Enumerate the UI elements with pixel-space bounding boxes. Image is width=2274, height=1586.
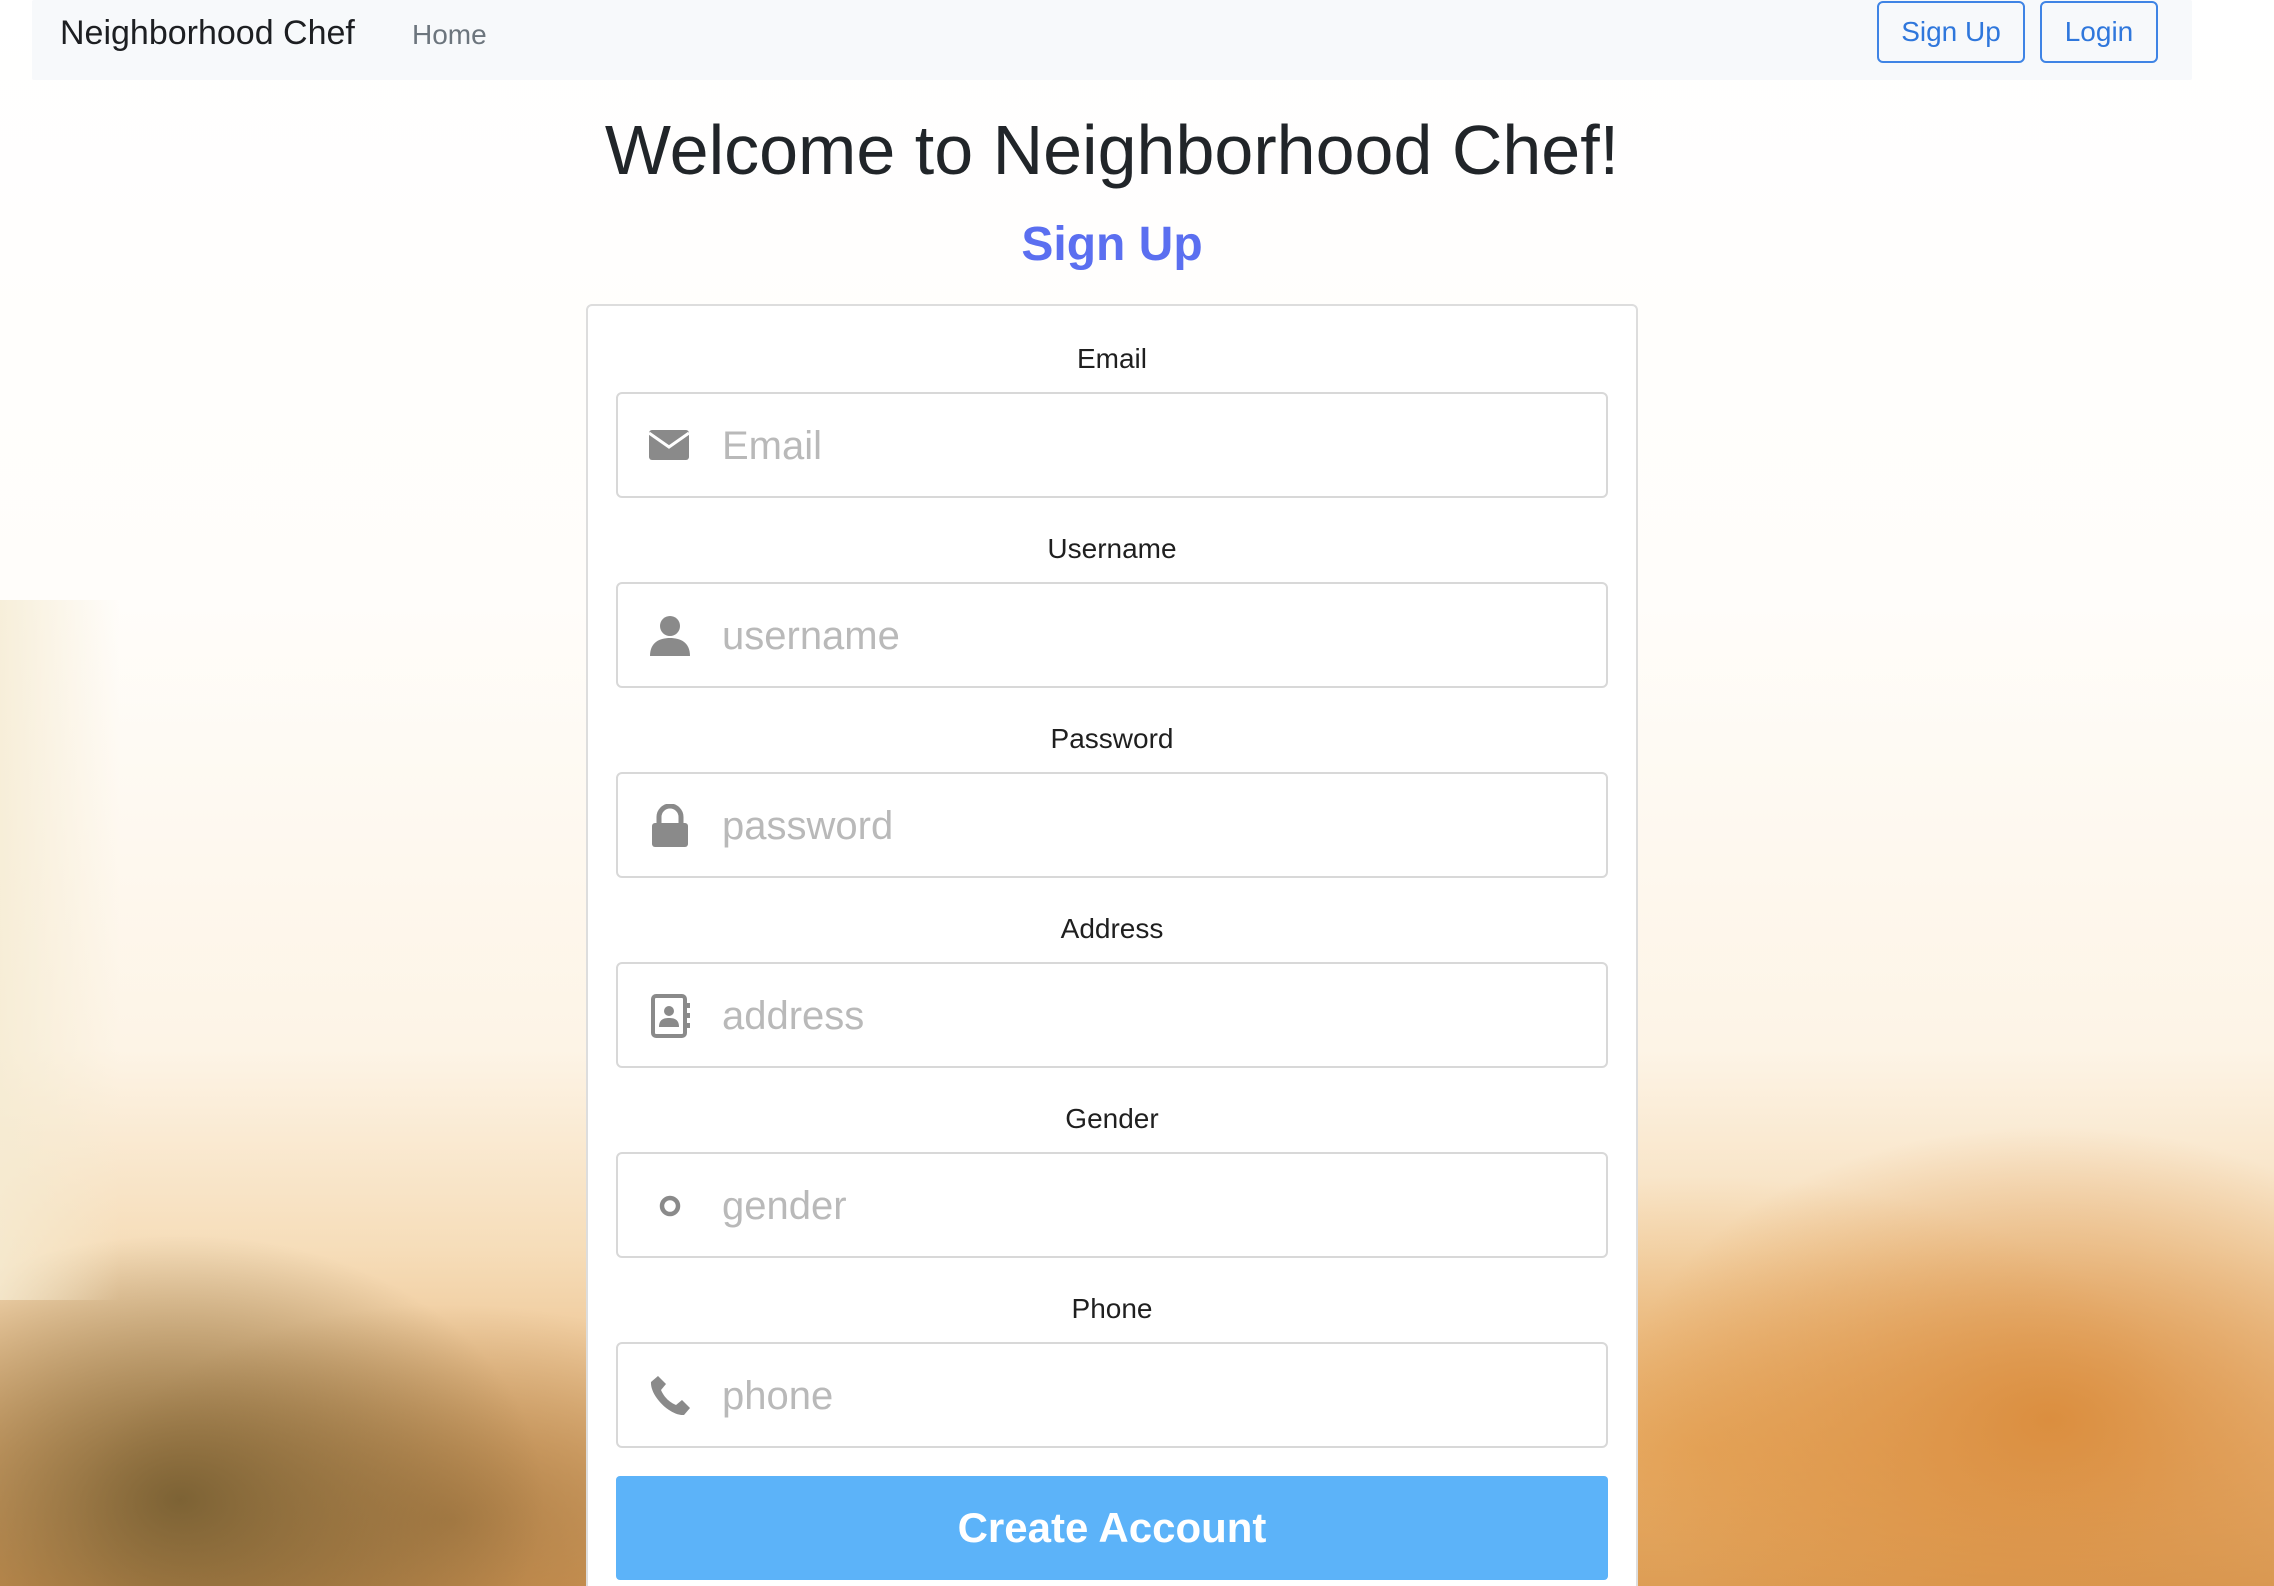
username-field[interactable] bbox=[616, 582, 1608, 688]
nav-login-button[interactable]: Login bbox=[2040, 1, 2158, 63]
address-label: Address bbox=[1060, 913, 1164, 944]
nav-signup-button[interactable]: Sign Up bbox=[1877, 1, 2025, 63]
signup-form: Email Username Password Address bbox=[586, 304, 1638, 1586]
nav-home-link[interactable]: Home bbox=[412, 18, 487, 52]
address-input[interactable] bbox=[722, 974, 1582, 1058]
lock-icon bbox=[652, 804, 688, 847]
page-title: Welcome to Neighborhood Chef! bbox=[604, 111, 1620, 189]
phone-label: Phone bbox=[1071, 1293, 1153, 1324]
email-label: Email bbox=[1076, 343, 1147, 374]
create-account-button[interactable]: Create Account bbox=[616, 1476, 1608, 1580]
username-input[interactable] bbox=[722, 594, 1582, 678]
address-field[interactable] bbox=[616, 962, 1608, 1068]
password-field[interactable] bbox=[616, 772, 1608, 878]
gender-label: Gender bbox=[1065, 1103, 1159, 1134]
envelope-icon bbox=[648, 430, 690, 460]
password-input[interactable] bbox=[722, 784, 1582, 868]
phone-icon bbox=[650, 1376, 690, 1416]
address-book-icon bbox=[651, 994, 690, 1038]
background-overlay bbox=[0, 600, 120, 1300]
brand-logo-text[interactable]: Neighborhood Chef bbox=[60, 13, 355, 53]
gender-input[interactable] bbox=[722, 1164, 1582, 1248]
form-title: Sign Up bbox=[1021, 218, 1203, 271]
email-input[interactable] bbox=[722, 404, 1582, 488]
top-navbar: Neighborhood Chef Home Sign Up Login bbox=[32, 0, 2192, 80]
phone-input[interactable] bbox=[722, 1354, 1582, 1438]
username-label: Username bbox=[1047, 533, 1177, 564]
password-label: Password bbox=[1050, 723, 1174, 754]
user-icon bbox=[650, 616, 690, 656]
phone-field[interactable] bbox=[616, 1342, 1608, 1448]
email-field[interactable] bbox=[616, 392, 1608, 498]
circle-icon bbox=[659, 1195, 681, 1217]
gender-field[interactable] bbox=[616, 1152, 1608, 1258]
